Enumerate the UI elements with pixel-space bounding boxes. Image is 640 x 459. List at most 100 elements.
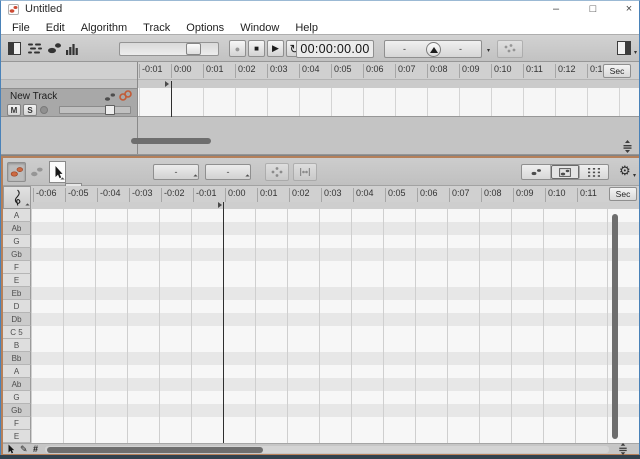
note-name-cell[interactable]: G — [3, 391, 31, 404]
stop-button[interactable]: ■ — [248, 40, 265, 57]
scroll-mode-arrow-icon[interactable] — [7, 444, 16, 454]
tempo-value-left[interactable]: - — [403, 44, 406, 54]
play-button[interactable]: ▶ — [267, 40, 284, 57]
menu-item-edit[interactable]: Edit — [38, 21, 73, 35]
note-name-cell[interactable]: G — [3, 235, 31, 248]
note-blob-icon[interactable] — [47, 41, 62, 56]
note-name-cell[interactable]: Eb — [3, 287, 31, 300]
pitch-grid-row[interactable] — [31, 209, 639, 222]
note-name-cell[interactable]: E — [3, 274, 31, 287]
display-mode-blobs-framed[interactable] — [551, 165, 580, 179]
editor-h-scrollbar-track[interactable] — [45, 446, 609, 453]
record-button[interactable]: ● — [229, 40, 246, 57]
pitch-grid-row[interactable] — [31, 300, 639, 313]
note-name-cell[interactable]: Ab — [3, 378, 31, 391]
pitch-grid-row[interactable] — [31, 287, 639, 300]
note-name-cell[interactable]: C 5 — [3, 326, 31, 339]
editor-settings-gear-icon[interactable]: ⚙ — [619, 163, 631, 179]
track-blob-icon[interactable] — [104, 92, 116, 102]
record-arm-button[interactable] — [40, 106, 48, 114]
pitch-grid-row[interactable] — [31, 417, 639, 430]
close-button[interactable]: × — [614, 1, 639, 18]
edit-pitch-mode-button[interactable] — [7, 162, 26, 182]
note-name-cell[interactable]: A — [3, 209, 31, 222]
menu-item-help[interactable]: Help — [287, 21, 326, 35]
pitch-grid-row[interactable] — [31, 222, 639, 235]
note-name-cell[interactable]: E — [3, 430, 31, 443]
note-name-cell[interactable]: Bb — [3, 352, 31, 365]
clef-selector-button[interactable] — [3, 186, 31, 209]
note-name-cell[interactable]: F — [3, 261, 31, 274]
pitch-grid-row[interactable] — [31, 313, 639, 326]
arrange-playback-marker[interactable] — [165, 81, 169, 87]
note-name-cell[interactable]: Ab — [3, 222, 31, 235]
macro-dropdown-1[interactable]: - — [153, 164, 199, 180]
zoom-slider[interactable] — [119, 42, 219, 56]
track-volume-handle[interactable] — [105, 105, 115, 115]
maximize-button[interactable]: □ — [578, 1, 608, 18]
tempo-dropdown-icon[interactable]: ▾ — [487, 47, 490, 54]
editor-scroll-zoom-icon[interactable] — [617, 443, 630, 455]
menu-item-file[interactable]: File — [4, 21, 38, 35]
arrange-h-scrollbar[interactable] — [131, 138, 211, 144]
arrange-locator-strip[interactable] — [138, 80, 639, 88]
metronome-button[interactable] — [426, 42, 441, 57]
pitch-grid-row[interactable] — [31, 404, 639, 417]
pitch-grid-row[interactable] — [31, 326, 639, 339]
pitch-grid-row[interactable] — [31, 261, 639, 274]
editor-timeline-ruler[interactable]: -0:06 -0:05 -0:04 -0:03 -0:02 -0:01 0:00 0:01 0:… — [31, 186, 639, 202]
menu-item-algorithm[interactable]: Algorithm — [73, 21, 135, 35]
gear-dropdown-icon[interactable]: ▾ — [633, 172, 636, 179]
minimize-button[interactable]: – — [541, 1, 571, 18]
time-display[interactable]: 00:00:00.00 — [296, 40, 374, 58]
pitch-grid-row[interactable] — [31, 352, 639, 365]
pitch-grid-toggle-icon[interactable]: # — [33, 444, 38, 454]
menu-item-window[interactable]: Window — [232, 21, 287, 35]
pencil-tool-icon[interactable]: ✎ — [20, 444, 28, 454]
layout-dropdown-icon[interactable]: ▾ — [634, 49, 637, 56]
note-name-cell[interactable]: Db — [3, 313, 31, 326]
pitch-grid-row[interactable] — [31, 378, 639, 391]
note-name-cell[interactable]: Gb — [3, 248, 31, 261]
pitch-grid-row[interactable] — [31, 274, 639, 287]
arrange-scroll-zoom-icon[interactable] — [621, 140, 634, 153]
note-name-cell[interactable]: D — [3, 300, 31, 313]
pitch-grid-row[interactable] — [31, 365, 639, 378]
macro-dropdown-2[interactable]: - — [205, 164, 251, 180]
editor-locator-strip[interactable] — [31, 202, 639, 209]
pitch-grid-row[interactable] — [31, 391, 639, 404]
edit-alt-mode-button[interactable] — [27, 162, 46, 182]
pitch-grid-row[interactable] — [31, 248, 639, 261]
editor-h-scrollbar[interactable] — [47, 446, 263, 453]
track-header[interactable]: New Track M S — [1, 88, 137, 117]
note-name-cell[interactable]: B — [3, 339, 31, 352]
spectrum-bars-icon[interactable] — [65, 41, 80, 56]
zoom-slider-handle[interactable] — [186, 43, 201, 55]
arrange-timeline-ruler[interactable]: -0:01 0:00 0:01 0:02 0:03 0:04 0:05 0:06 0:07 0:0… — [1, 62, 639, 80]
note-name-cell[interactable]: A — [3, 365, 31, 378]
track-lane[interactable] — [138, 88, 639, 117]
panel-toggle-icon[interactable] — [7, 41, 22, 56]
track-name[interactable]: New Track — [10, 91, 57, 102]
main-tool-button[interactable] — [49, 161, 66, 183]
solo-button[interactable]: S — [23, 104, 37, 116]
track-link-icon[interactable] — [118, 90, 133, 102]
track-volume-slider[interactable] — [59, 105, 131, 115]
pitch-grid-row[interactable] — [31, 235, 639, 248]
pitch-grid-row[interactable] — [31, 430, 639, 443]
window-layout-toggle-icon[interactable] — [617, 41, 631, 55]
editor-v-scrollbar[interactable] — [612, 214, 618, 439]
display-mode-blobs[interactable] — [522, 165, 551, 179]
menu-item-options[interactable]: Options — [178, 21, 232, 35]
editor-playhead[interactable] — [223, 202, 224, 443]
editor-ruler-unit-button[interactable]: Sec — [609, 187, 637, 201]
arrange-ruler-unit-button[interactable]: Sec — [603, 64, 631, 78]
mute-button[interactable]: M — [7, 104, 21, 116]
tempo-value-right[interactable]: - — [459, 44, 462, 54]
arrange-playhead[interactable] — [171, 81, 172, 117]
track-list-icon[interactable] — [27, 41, 43, 56]
editor-playback-marker[interactable] — [218, 202, 222, 208]
note-name-cell[interactable]: Gb — [3, 404, 31, 417]
pitch-grid-row[interactable] — [31, 339, 639, 352]
menu-item-track[interactable]: Track — [135, 21, 178, 35]
